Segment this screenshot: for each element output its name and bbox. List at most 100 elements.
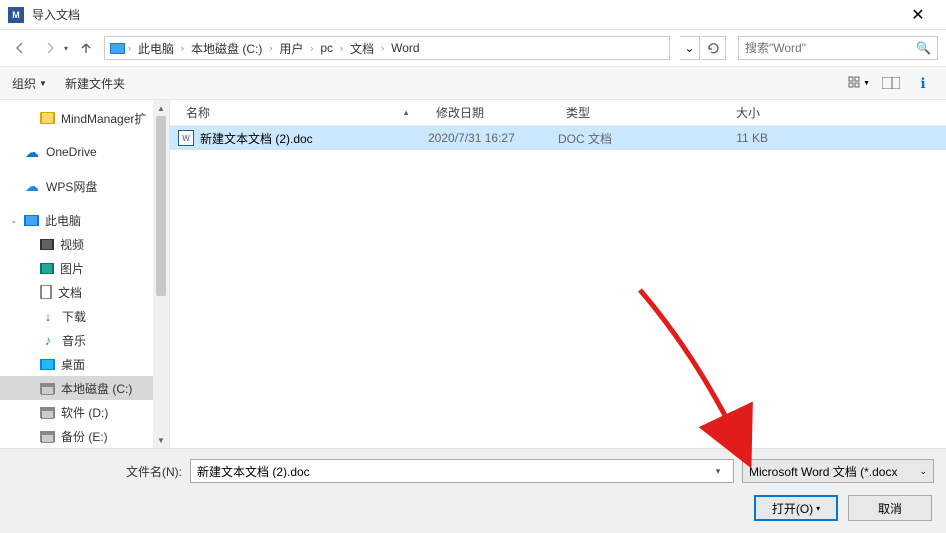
filename-combo[interactable]: ▾ [190, 459, 734, 483]
tree-item-video[interactable]: 视频 [0, 232, 169, 256]
scroll-thumb[interactable] [156, 116, 166, 296]
back-button[interactable] [8, 36, 32, 60]
drive-icon [40, 407, 55, 418]
file-size: 11 KB [678, 131, 768, 145]
doc-icon [40, 285, 52, 299]
file-date: 2020/7/31 16:27 [428, 131, 558, 145]
recent-dropdown[interactable]: ▾ [64, 44, 68, 53]
search-icon[interactable]: 🔍 [916, 41, 931, 55]
tree-label: 此电脑 [45, 212, 81, 229]
chevron-right-icon[interactable]: › [127, 43, 132, 53]
folder-icon [40, 112, 55, 124]
wps-icon [24, 178, 40, 194]
tree-label: 备份 (E:) [61, 428, 108, 445]
breadcrumb-seg[interactable]: 文档 [346, 38, 378, 59]
close-button[interactable]: ✕ [898, 5, 938, 25]
tree-item-folder[interactable]: MindManager扩 [0, 106, 169, 130]
refresh-button[interactable] [702, 36, 726, 60]
breadcrumb-seg[interactable]: 本地磁盘 (C:) [187, 38, 266, 59]
tree-item-drive[interactable]: 软件 (D:) [0, 400, 169, 424]
music-icon [40, 332, 56, 348]
onedrive-icon [24, 144, 40, 160]
scroll-up-icon[interactable]: ▲ [153, 100, 169, 116]
open-button[interactable]: 打开(O) ▾ [754, 495, 838, 521]
tree-item-onedrive[interactable]: OneDrive [0, 140, 169, 164]
footer: 文件名(N): ▾ Microsoft Word 文档 (*.docx ⌄ 打开… [0, 448, 946, 533]
tree-label: OneDrive [46, 145, 97, 159]
tree-label: WPS网盘 [46, 178, 97, 195]
title-bar: M 导入文档 ✕ [0, 0, 946, 30]
cancel-button[interactable]: 取消 [848, 495, 932, 521]
tree-label: 本地磁盘 (C:) [61, 380, 132, 397]
chevron-right-icon[interactable]: › [268, 43, 273, 53]
tree-label: 视频 [60, 236, 84, 253]
pc-icon [24, 215, 39, 226]
pc-icon [109, 40, 125, 56]
tree-item-wps[interactable]: WPS网盘 [0, 174, 169, 198]
toolbar: 组织 ▼ 新建文件夹 ▼ ℹ [0, 66, 946, 100]
breadcrumb-seg[interactable]: 用户 [275, 38, 307, 59]
chevron-right-icon[interactable]: › [339, 43, 344, 53]
expand-icon[interactable]: ⌄ [10, 215, 18, 226]
tree-item-pic[interactable]: 图片 [0, 256, 169, 280]
drive-icon [40, 431, 55, 442]
preview-pane-icon[interactable] [880, 74, 902, 92]
col-size-header[interactable]: 大小 [678, 104, 768, 121]
file-type-filter[interactable]: Microsoft Word 文档 (*.docx ⌄ [742, 459, 934, 483]
pic-icon [40, 263, 54, 274]
tree-label: 音乐 [62, 332, 86, 349]
tree-label: 下载 [62, 308, 86, 325]
tree-item-desk[interactable]: 桌面 [0, 352, 169, 376]
tree-item-doc[interactable]: 文档 [0, 280, 169, 304]
help-icon[interactable]: ℹ [912, 74, 934, 92]
filename-dropdown-icon[interactable]: ▾ [709, 466, 727, 477]
filename-input[interactable] [197, 464, 709, 478]
video-icon [40, 239, 54, 250]
file-row[interactable]: W新建文本文档 (2).doc2020/7/31 16:27DOC 文档11 K… [170, 126, 946, 150]
dialog-title: 导入文档 [32, 6, 898, 23]
scroll-down-icon[interactable]: ▼ [153, 432, 169, 448]
desk-icon [40, 359, 55, 370]
chevron-right-icon[interactable]: › [180, 43, 185, 53]
nav-bar: ▾ › 此电脑 › 本地磁盘 (C:) › 用户 › pc › 文档 › Wor… [0, 30, 946, 66]
tree-label: MindManager扩 [61, 110, 146, 127]
tree-item-music[interactable]: 音乐 [0, 328, 169, 352]
file-name: 新建文本文档 (2).doc [200, 130, 313, 147]
breadcrumb-seg[interactable]: Word [387, 39, 423, 57]
breadcrumb-seg[interactable]: 此电脑 [134, 38, 178, 59]
tree-item-dl[interactable]: 下载 [0, 304, 169, 328]
organize-menu[interactable]: 组织 ▼ [12, 75, 47, 92]
nav-tree: MindManager扩 OneDrive WPS网盘 ⌄ 此电脑视频图片文档下载音乐桌… [0, 100, 170, 448]
up-button[interactable] [74, 36, 98, 60]
search-input[interactable] [745, 41, 916, 55]
tree-label: 桌面 [61, 356, 85, 373]
new-folder-button[interactable]: 新建文件夹 [65, 75, 125, 92]
sidebar-scrollbar[interactable]: ▲ ▼ [153, 100, 169, 448]
tree-item-drive[interactable]: 本地磁盘 (C:) [0, 376, 169, 400]
main-area: MindManager扩 OneDrive WPS网盘 ⌄ 此电脑视频图片文档下载音乐桌… [0, 100, 946, 448]
forward-button[interactable] [38, 36, 62, 60]
tree-label: 软件 (D:) [61, 404, 108, 421]
chevron-right-icon[interactable]: › [380, 43, 385, 53]
address-dropdown[interactable]: ⌄ [680, 36, 700, 60]
address-bar[interactable]: › 此电脑 › 本地磁盘 (C:) › 用户 › pc › 文档 › Word [104, 36, 670, 60]
tree-item-drive[interactable]: 备份 (E:) [0, 424, 169, 448]
col-name-header[interactable]: 名称 ▲ [178, 104, 428, 121]
address-tools: ⌄ [680, 36, 726, 60]
col-type-header[interactable]: 类型 [558, 104, 678, 121]
breadcrumb-seg[interactable]: pc [316, 39, 337, 57]
file-list: 名称 ▲ 修改日期 类型 大小 W 新建文本文档 (2).doc 2020/7/31… [170, 100, 946, 448]
filename-label: 文件名(N): [12, 463, 182, 480]
sort-indicator-icon: ▲ [402, 108, 410, 117]
doc-file-icon: W [178, 130, 194, 146]
tree-item-pc[interactable]: ⌄ 此电脑 [0, 208, 169, 232]
view-options-icon[interactable]: ▼ [848, 74, 870, 92]
column-headers: 名称 ▲ 修改日期 类型 大小 [170, 100, 946, 126]
tree-label: 图片 [60, 260, 84, 277]
col-date-header[interactable]: 修改日期 [428, 104, 558, 121]
search-box[interactable]: 🔍 [738, 36, 938, 60]
app-icon: M [8, 7, 24, 23]
tree-label: 文档 [58, 284, 82, 301]
chevron-right-icon[interactable]: › [309, 43, 314, 53]
dl-icon [40, 308, 56, 324]
